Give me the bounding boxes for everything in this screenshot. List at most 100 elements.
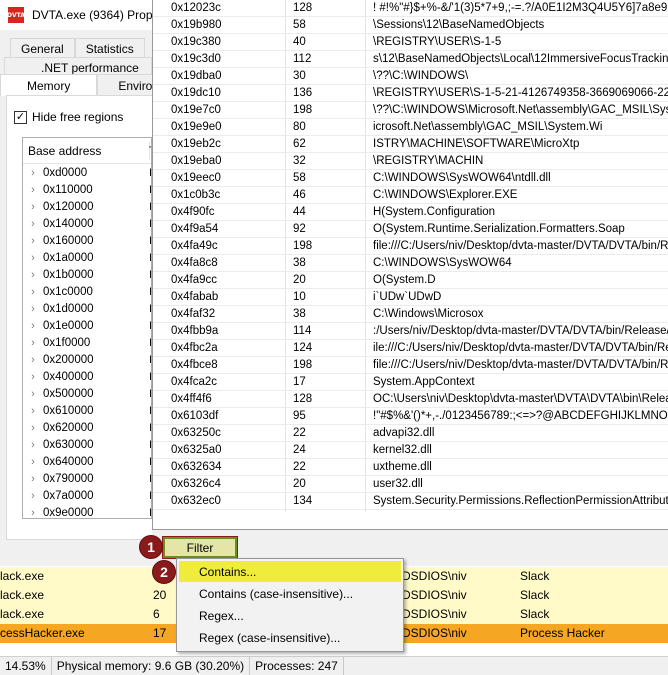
hide-free-regions-checkbox[interactable]: ✓ (14, 110, 27, 124)
string-row[interactable]: 0x4faf32 38 C:\Windows\Microsox (153, 306, 668, 323)
memory-region-row[interactable]: › 0x1b0000 I (23, 266, 151, 283)
string-row[interactable]: 0x4fa9cc 20 O(System.D (153, 272, 668, 289)
memory-region-row[interactable]: › 0x1f0000 I (23, 334, 151, 351)
strings-table[interactable]: 0x12023c 128 ! #!%"#}$+%-&/'1(3)5*7+9,;-=.… (153, 0, 668, 510)
chevron-right-icon[interactable]: › (23, 252, 43, 264)
string-row[interactable]: 0x632ec0 134 System.Security.Permissions.R… (153, 493, 668, 510)
memory-region-row[interactable]: › 0x140000 I (23, 215, 151, 232)
memory-regions-list[interactable]: Base address T ›0xd0000I›0x110000I›0x120… (22, 137, 152, 519)
string-row[interactable]: 0x4fbb9a 114:/Users/niv/Desktop/dvta-mast… (153, 323, 668, 340)
filter-button[interactable]: Filter (162, 536, 238, 559)
memory-region-row[interactable]: › 0x620000 I (23, 419, 151, 436)
string-row[interactable]: 0x19e9e0 80 icrosoft.Net\assembly\GAC_MSIL… (153, 119, 668, 136)
chevron-right-icon[interactable]: › (23, 422, 43, 434)
string-address: 0x12023c (171, 2, 221, 14)
chevron-right-icon[interactable]: › (23, 286, 43, 298)
string-row[interactable]: 0x4fca2c 17 System.AppContext (153, 374, 668, 391)
chevron-right-icon[interactable]: › (23, 490, 43, 502)
memory-region-row[interactable]: › 0x400000 I (23, 368, 151, 385)
memory-region-row[interactable]: › 0x200000 I (23, 351, 151, 368)
memory-region-row[interactable]: › 0x1e0000 I (23, 317, 151, 334)
chevron-right-icon[interactable]: › (23, 235, 43, 247)
chevron-right-icon[interactable]: › (23, 218, 43, 230)
string-row[interactable]: 0x1c0b3c 46 C:\WINDOWS\Explorer.EXE (153, 187, 668, 204)
memory-region-row[interactable]: › 0x1c0000 I (23, 283, 151, 300)
string-text: \REGISTRY\USER\S-1-5 (373, 36, 502, 48)
chevron-right-icon[interactable]: › (23, 473, 43, 485)
string-row[interactable]: 0x4fbce8 198 file:///C:/Users/niv/Desktop/… (153, 357, 668, 374)
string-row[interactable]: 0x19b980 58 \Sessions\12\BaseNamedObjects (153, 17, 668, 34)
memory-region-row[interactable]: › 0x120000 I (23, 198, 151, 215)
chevron-right-icon[interactable]: › (23, 320, 43, 332)
memory-region-row[interactable]: › 0x160000 I (23, 232, 151, 249)
process-description: Slack (520, 588, 550, 602)
string-row[interactable]: 0x63250c 22 advapi32.dll (153, 425, 668, 442)
region-base-address: 0xd0000 (43, 166, 88, 179)
process-user: DSDIOS\niv (402, 569, 467, 583)
string-row[interactable]: 0x6103df 95 !"#$%&'()*+,-./0123456789:;<=… (153, 408, 668, 425)
string-row[interactable]: 0x19eba0 32 \REGISTRY\MACHIN (153, 153, 668, 170)
chevron-right-icon[interactable]: › (23, 405, 43, 417)
string-row[interactable]: 0x4fabab 10 i`UDw`UDwD (153, 289, 668, 306)
memory-region-row[interactable]: › 0x1a0000 I (23, 249, 151, 266)
memory-region-row[interactable]: › 0x9e0000 I (23, 504, 151, 519)
memory-region-row[interactable]: › 0x610000 I (23, 402, 151, 419)
string-row[interactable]: 0x19c380 40 \REGISTRY\USER\S-1-5 (153, 34, 668, 51)
menu-item-regex-case-insensitive[interactable]: Regex (case-insensitive)... (179, 627, 401, 648)
memory-region-row[interactable]: › 0xd0000 I (23, 164, 151, 181)
tab-statistics[interactable]: Statistics (74, 38, 145, 58)
hide-free-regions-option[interactable]: ✓ Hide free regions (14, 110, 123, 124)
string-row[interactable]: 0x19dc10 136 \REGISTRY\USER\S-1-5-21-41267… (153, 85, 668, 102)
string-address: 0x4f90fc (171, 206, 215, 218)
string-row[interactable]: 0x19e7c0 198 \??\C:\WINDOWS\Microsoft.Net\… (153, 102, 668, 119)
string-address: 0x4ff4f6 (171, 393, 212, 405)
menu-item-regex[interactable]: Regex... (179, 605, 401, 626)
region-base-address: 0x1d0000 (43, 302, 94, 315)
chevron-right-icon[interactable]: › (23, 439, 43, 451)
string-row[interactable]: 0x4fbc2a 124 ile:///C:/Users/niv/Desktop/d… (153, 340, 668, 357)
memory-region-row[interactable]: › 0x500000 I (23, 385, 151, 402)
string-row[interactable]: 0x4fa8c8 38 C:\WINDOWS\SysWOW64 (153, 255, 668, 272)
string-row[interactable]: 0x6325a0 24 kernel32.dll (153, 442, 668, 459)
string-length: 128 (293, 2, 313, 14)
tab-general[interactable]: General (10, 38, 75, 58)
chevron-right-icon[interactable]: › (23, 371, 43, 383)
memory-region-row[interactable]: › 0x790000 I (23, 470, 151, 487)
chevron-right-icon[interactable]: › (23, 388, 43, 400)
column-base-address[interactable]: Base address (28, 144, 101, 158)
properties-titlebar[interactable]: DVTA DVTA.exe (9364) Proper (0, 0, 163, 30)
menu-item-contains[interactable]: Contains... (179, 561, 401, 582)
chevron-right-icon[interactable]: › (23, 303, 43, 315)
string-row[interactable]: 0x6326c4 20 user32.dll (153, 476, 668, 493)
chevron-right-icon[interactable]: › (23, 184, 43, 196)
menu-item-contains-case-insensitive[interactable]: Contains (case-insensitive)... (179, 583, 401, 604)
chevron-right-icon[interactable]: › (23, 507, 43, 519)
string-row[interactable]: 0x4f90fc 44 H(System.Configuration (153, 204, 668, 221)
string-length: 95 (293, 410, 306, 422)
string-row[interactable]: 0x19dba0 30 \??\C:\WINDOWS\ (153, 68, 668, 85)
memory-region-row[interactable]: › 0x7a0000 I (23, 487, 151, 504)
memory-region-row[interactable]: › 0x640000 I (23, 453, 151, 470)
chevron-right-icon[interactable]: › (23, 354, 43, 366)
string-length: 136 (293, 87, 313, 99)
string-length: 128 (293, 393, 313, 405)
tab-memory[interactable]: Memory (0, 74, 98, 96)
string-row[interactable]: 0x19eec0 58 C:\WINDOWS\SysWOW64\ntdll.dll (153, 170, 668, 187)
string-row[interactable]: 0x4fa49c 198 file:///C:/Users/niv/Desktop/… (153, 238, 668, 255)
string-row[interactable]: 0x19c3d0 112 s\12\BaseNamedObjects\Local\1… (153, 51, 668, 68)
memory-region-row[interactable]: › 0x630000 I (23, 436, 151, 453)
chevron-right-icon[interactable]: › (23, 201, 43, 213)
memory-region-row[interactable]: › 0x1d0000 I (23, 300, 151, 317)
status-physical-memory: Physical memory: 9.6 GB (30.20%) (52, 656, 251, 675)
string-row[interactable]: 0x19eb2c 62 ISTRY\MACHINE\SOFTWARE\MicroXt… (153, 136, 668, 153)
memory-region-row[interactable]: › 0x110000 I (23, 181, 151, 198)
string-row[interactable]: 0x4ff4f6 128 OC:\Users\niv\Desktop\dvta-ma… (153, 391, 668, 408)
string-row[interactable]: 0x632634 22 uxtheme.dll (153, 459, 668, 476)
chevron-right-icon[interactable]: › (23, 456, 43, 468)
string-length: 24 (293, 444, 306, 456)
chevron-right-icon[interactable]: › (23, 337, 43, 349)
string-row[interactable]: 0x12023c 128 ! #!%"#}$+%-&/'1(3)5*7+9,;-=.… (153, 0, 668, 17)
string-row[interactable]: 0x4f9a54 92 O(System.Runtime.Serialization… (153, 221, 668, 238)
chevron-right-icon[interactable]: › (23, 269, 43, 281)
chevron-right-icon[interactable]: › (23, 167, 43, 179)
